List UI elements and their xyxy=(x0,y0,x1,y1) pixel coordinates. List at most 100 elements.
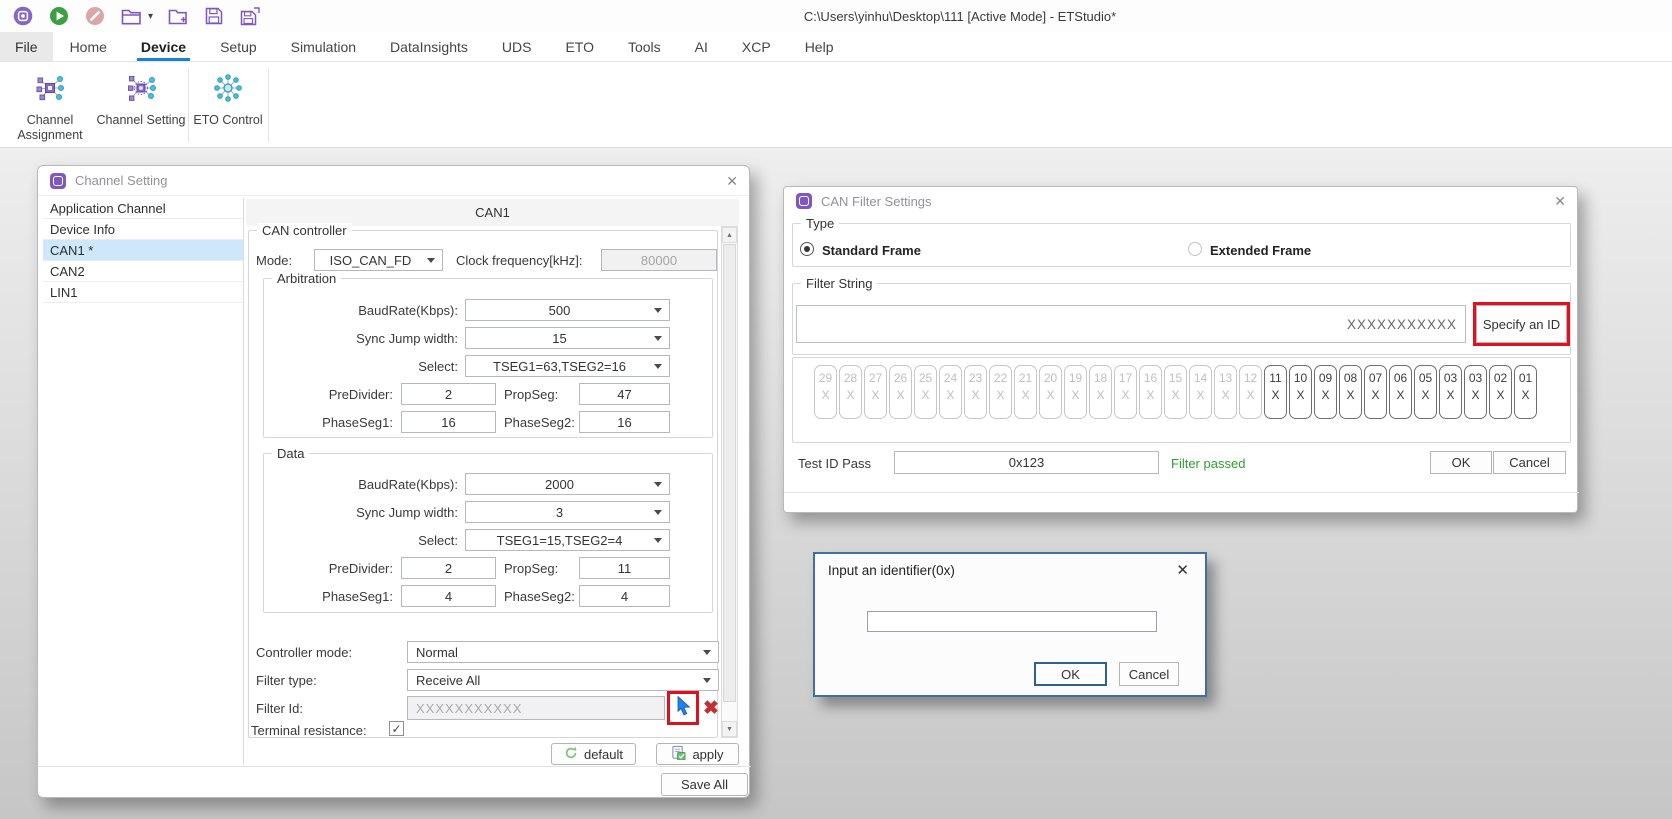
menu-item-datainsights[interactable]: DataInsights xyxy=(373,32,485,61)
filter-bit-27[interactable]: 27X xyxy=(864,365,887,419)
save-all-button[interactable]: Save All xyxy=(661,773,748,796)
close-icon[interactable]: ✕ xyxy=(1554,187,1566,215)
menu-item-ai[interactable]: AI xyxy=(678,32,725,61)
filter-bit-11[interactable]: 11X xyxy=(1264,365,1287,419)
scroll-down-arrow[interactable]: ▼ xyxy=(722,721,737,737)
data-baudrate-select[interactable]: 2000 xyxy=(465,473,670,495)
arbitration-predivider-field[interactable] xyxy=(401,383,496,405)
filter-bit-12[interactable]: 12X xyxy=(1239,365,1262,419)
select-label: Select: xyxy=(278,359,458,374)
apply-button[interactable]: apply xyxy=(656,743,739,765)
filter-bit-05[interactable]: 05X xyxy=(1414,365,1437,419)
ribbon-eto-control-button[interactable]: ETO Control xyxy=(192,66,264,144)
close-icon[interactable]: ✕ xyxy=(1176,561,1189,579)
filter-bit-20[interactable]: 20X xyxy=(1039,365,1062,419)
new-project-button[interactable] xyxy=(167,5,189,27)
identifier-input[interactable] xyxy=(867,611,1157,632)
terminal-resistance-checkbox[interactable]: ✓ xyxy=(389,721,404,736)
pick-filter-id-button[interactable] xyxy=(670,694,696,722)
scrollbar[interactable]: ▲ ▼ xyxy=(721,226,738,738)
filter-bit-25[interactable]: 25X xyxy=(914,365,937,419)
arbitration-sync-jump-select[interactable]: 15 xyxy=(465,327,670,349)
data-sync-jump-select[interactable]: 3 xyxy=(465,501,670,523)
sidebar-item-can1[interactable]: CAN1 * xyxy=(43,240,243,261)
menu-item-home[interactable]: Home xyxy=(53,32,124,61)
menu-item-help[interactable]: Help xyxy=(788,32,851,61)
menu-item-simulation[interactable]: Simulation xyxy=(274,32,373,61)
scrollbar-thumb[interactable] xyxy=(723,244,736,702)
scroll-up-arrow[interactable]: ▲ xyxy=(722,227,737,243)
extended-frame-radio[interactable] xyxy=(1188,242,1202,256)
ribbon-channel-setting-button[interactable]: Channel Setting xyxy=(96,66,186,144)
data-phaseseg1-field[interactable] xyxy=(401,585,496,607)
filter-bit-13[interactable]: 13X xyxy=(1214,365,1237,419)
arbitration-baudrate-select[interactable]: 500 xyxy=(465,299,670,321)
filter-string-field[interactable]: XXXXXXXXXXX xyxy=(796,305,1466,343)
filter-bit-15[interactable]: 15X xyxy=(1164,365,1187,419)
arbitration-propseg-field[interactable] xyxy=(579,383,670,405)
filter-bit-02[interactable]: 02X xyxy=(1489,365,1512,419)
menu-item-file[interactable]: File xyxy=(0,32,53,61)
menu-item-device[interactable]: Device xyxy=(124,32,203,61)
open-file-dropdown[interactable]: ▾ xyxy=(148,11,153,22)
filter-bit-03[interactable]: 03X xyxy=(1464,365,1487,419)
data-tseg-select[interactable]: TSEG1=15,TSEG2=4 xyxy=(465,529,670,551)
filter-bit-26[interactable]: 26X xyxy=(889,365,912,419)
cancel-button[interactable]: Cancel xyxy=(1493,451,1566,474)
specify-an-id-button[interactable]: Specify an ID xyxy=(1476,305,1567,343)
test-id-field[interactable] xyxy=(894,451,1159,474)
arbitration-phaseseg2-field[interactable] xyxy=(579,411,670,433)
clock-frequency-field[interactable] xyxy=(601,249,717,271)
menu-item-xcp[interactable]: XCP xyxy=(725,32,788,61)
data-propseg-field[interactable] xyxy=(579,557,670,579)
sidebar-item-can2[interactable]: CAN2 xyxy=(43,261,243,282)
mode-select[interactable]: ISO_CAN_FD xyxy=(314,249,443,271)
filter-bit-09[interactable]: 09X xyxy=(1314,365,1337,419)
default-button[interactable]: default xyxy=(551,743,636,765)
filter-bit-17[interactable]: 17X xyxy=(1114,365,1137,419)
menu-item-eto[interactable]: ETO xyxy=(548,32,611,61)
ok-button[interactable]: OK xyxy=(1034,662,1107,686)
sidebar-item-application-channel[interactable]: Application Channel xyxy=(43,198,243,219)
stop-disabled-button[interactable] xyxy=(84,5,106,27)
filter-bit-22[interactable]: 22X xyxy=(989,365,1012,419)
filter-bit-29[interactable]: 29X xyxy=(814,365,837,419)
clear-filter-id-icon[interactable]: ✖ xyxy=(703,699,719,718)
ribbon-channel-assignment-button[interactable]: Channel Assignment xyxy=(4,66,96,144)
filter-bit-18[interactable]: 18X xyxy=(1089,365,1112,419)
controller-mode-select[interactable]: Normal xyxy=(407,641,719,663)
filter-bit-21[interactable]: 21X xyxy=(1014,365,1037,419)
save-button[interactable] xyxy=(203,5,225,27)
arbitration-tseg-select[interactable]: TSEG1=63,TSEG2=16 xyxy=(465,355,670,377)
filter-bit-24[interactable]: 24X xyxy=(939,365,962,419)
sidebar-item-lin1[interactable]: LIN1 xyxy=(43,282,243,303)
cancel-button[interactable]: Cancel xyxy=(1119,662,1179,686)
ok-button[interactable]: OK xyxy=(1430,451,1492,474)
filter-bit-10[interactable]: 10X xyxy=(1289,365,1312,419)
close-icon[interactable]: ✕ xyxy=(726,166,738,196)
sidebar-item-device-info[interactable]: Device Info xyxy=(43,219,243,240)
filter-bit-01[interactable]: 01X xyxy=(1514,365,1537,419)
filter-bit-03[interactable]: 03X xyxy=(1439,365,1462,419)
data-phaseseg2-field[interactable] xyxy=(579,585,670,607)
filter-bit-06[interactable]: 06X xyxy=(1389,365,1412,419)
filter-type-select[interactable]: Receive All xyxy=(407,669,719,691)
data-predivider-field[interactable] xyxy=(401,557,496,579)
filter-id-field[interactable] xyxy=(407,696,665,720)
filter-bit-19[interactable]: 19X xyxy=(1064,365,1087,419)
filter-bit-14[interactable]: 14X xyxy=(1189,365,1212,419)
open-file-button[interactable] xyxy=(120,5,142,27)
save-all-button[interactable] xyxy=(239,5,261,27)
menu-item-setup[interactable]: Setup xyxy=(203,32,274,61)
dialog-title: CAN Filter Settings xyxy=(821,194,932,209)
filter-bit-08[interactable]: 08X xyxy=(1339,365,1362,419)
standard-frame-radio[interactable] xyxy=(800,242,814,256)
menu-item-tools[interactable]: Tools xyxy=(611,32,678,61)
run-button[interactable] xyxy=(48,5,70,27)
filter-bit-23[interactable]: 23X xyxy=(964,365,987,419)
filter-bit-16[interactable]: 16X xyxy=(1139,365,1162,419)
filter-bit-07[interactable]: 07X xyxy=(1364,365,1387,419)
filter-bit-28[interactable]: 28X xyxy=(839,365,862,419)
arbitration-phaseseg1-field[interactable] xyxy=(401,411,496,433)
menu-item-uds[interactable]: UDS xyxy=(485,32,549,61)
